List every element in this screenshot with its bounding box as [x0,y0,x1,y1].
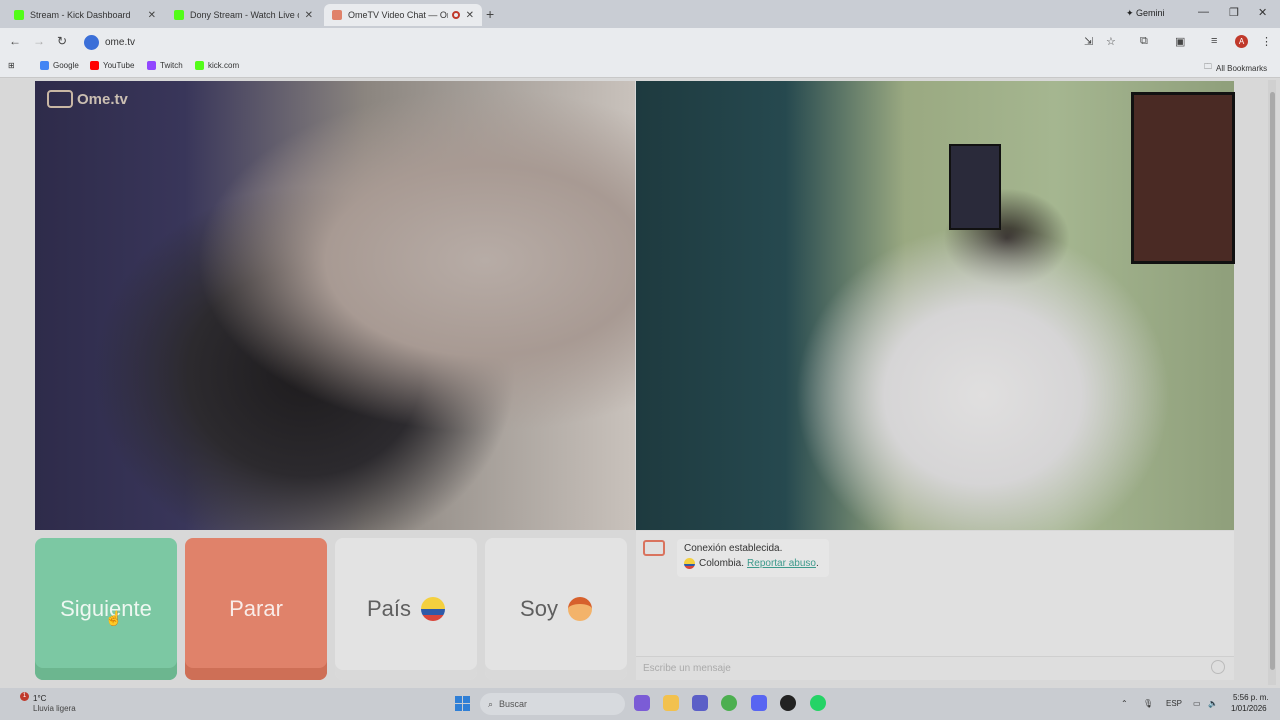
avatar[interactable]: A [1235,35,1248,48]
taskbar-search[interactable]: ⌕ Buscar [480,693,625,715]
site-info-icon[interactable] [84,35,99,50]
volume-icon[interactable]: 🔈 [1208,699,1218,708]
tab-title: Stream - Kick Dashboard [30,10,131,20]
forward-icon[interactable]: → [33,34,45,48]
kick-icon [174,10,184,20]
discord-icon[interactable] [751,695,767,711]
tv-icon [47,90,73,108]
bookmark-twitch[interactable]: Twitch [147,61,183,70]
bookmarks-bar [0,56,1280,78]
back-icon[interactable]: ← [9,34,21,48]
next-button[interactable]: Siguiente [35,538,177,680]
chrome-icon[interactable] [721,695,737,711]
network-icon[interactable]: ▭ [1193,699,1201,708]
message-input[interactable]: Escribe un mensaje [636,656,1234,680]
gender-label: Soy [520,596,558,621]
install-app-icon[interactable]: ⇲ [1084,35,1093,48]
emoji-icon[interactable] [1211,660,1225,674]
apps-icon[interactable]: ⊞ [8,61,15,70]
bookmark-youtube[interactable]: YouTube [90,61,134,70]
whatsapp-icon[interactable] [810,695,826,711]
menu-icon[interactable]: ⋮ [1261,35,1272,48]
tab-kick-dashboard[interactable]: Stream - Kick Dashboard ✕ [6,4,164,26]
ometv-icon [332,10,342,20]
restore-icon[interactable]: ❐ [1229,6,1239,19]
bookmark-label: Twitch [160,61,183,70]
scrollbar-thumb[interactable] [1270,92,1275,670]
extensions-icon[interactable]: ⧉ [1140,35,1148,48]
sidepanel-icon[interactable]: ▣ [1175,35,1185,48]
tab-title: Dony Stream - Watch Live on K [190,10,299,20]
report-abuse-link[interactable]: Reportar abuso [747,558,816,569]
gemini-button[interactable]: ✦ Gemini [1126,8,1165,19]
new-tab-button[interactable]: + [486,6,494,22]
gender-button[interactable]: Soy [485,538,627,680]
kick-icon [14,10,24,20]
bookmark-label: Google [53,61,79,70]
language-indicator[interactable]: ESP [1166,699,1182,708]
address-bar[interactable]: ome.tv [105,37,135,48]
country-label: País [366,596,412,621]
clock-date[interactable]: 1/01/2026 [1231,704,1267,713]
twitch-icon [147,61,156,70]
file-explorer-icon[interactable] [663,695,679,711]
ometv-chat-icon [643,540,665,556]
watermark-text: Ome.tv [77,90,128,108]
close-window-icon[interactable]: ✕ [1258,6,1267,19]
folder-icon: 🗀 [1204,62,1212,71]
stranger-video [35,81,635,530]
wall-poster [949,144,1001,230]
weather-temp[interactable]: 1°C [33,694,46,703]
chevron-up-icon[interactable]: ⌃ [1121,699,1128,708]
obs-icon[interactable] [780,695,796,711]
close-icon[interactable]: ✕ [305,10,313,21]
search-placeholder: Buscar [499,699,528,709]
partner-country: Colombia. [699,558,745,569]
bookmark-label: kick.com [208,61,240,70]
report-tail: . [815,558,819,569]
minimize-icon[interactable]: — [1198,6,1209,18]
connection-status: Conexión establecida. [684,543,783,554]
google-icon [40,61,49,70]
hand-cursor-icon: ☝ [105,610,123,626]
teams-icon[interactable] [692,695,708,711]
all-bookmarks-label: All Bookmarks [1216,63,1268,73]
stop-button[interactable]: Parar [185,538,327,680]
close-icon[interactable]: ✕ [148,10,156,21]
bookmark-label: YouTube [103,61,135,70]
tab-dony-stream[interactable]: Dony Stream - Watch Live on K ✕ [166,4,321,26]
stop-label: Parar [229,596,283,621]
clock-time[interactable]: 5:56 p. m. [1233,693,1269,702]
colombia-flag-icon [421,597,446,621]
weather-desc[interactable]: Lluvia ligera [33,704,76,713]
ometv-watermark: Ome.tv [47,90,128,108]
copilot-icon[interactable] [634,695,650,711]
search-icon: ⌕ [488,698,494,709]
colombia-flag-icon [684,558,695,569]
weather-badge: 1 [20,692,29,701]
tab-ometv[interactable]: OmeTV Video Chat — Ome ✕ [324,4,482,26]
reload-icon[interactable]: ↻ [57,34,67,48]
gemini-label: Gemini [1136,8,1165,18]
recording-icon [451,11,460,19]
chat-message: Conexión establecida. Colombia. Reportar… [677,539,829,577]
microphone-icon[interactable]: 🎙 [1143,699,1153,708]
wall-painting [1131,92,1235,264]
bookmark-google[interactable]: Google [40,61,79,70]
youtube-icon [90,61,99,70]
bookmark-kick[interactable]: kick.com [195,61,239,70]
media-icon[interactable]: ≡ [1211,35,1217,47]
close-icon[interactable]: ✕ [466,10,474,21]
all-bookmarks[interactable]: 🗀 All Bookmarks [1204,61,1267,75]
tab-title: OmeTV Video Chat — Ome [348,10,448,20]
windows-start-icon[interactable] [455,696,470,711]
boy-icon [567,597,592,621]
bookmark-star-icon[interactable]: ☆ [1106,35,1116,48]
kick-icon [195,61,204,70]
country-button[interactable]: País [335,538,477,680]
